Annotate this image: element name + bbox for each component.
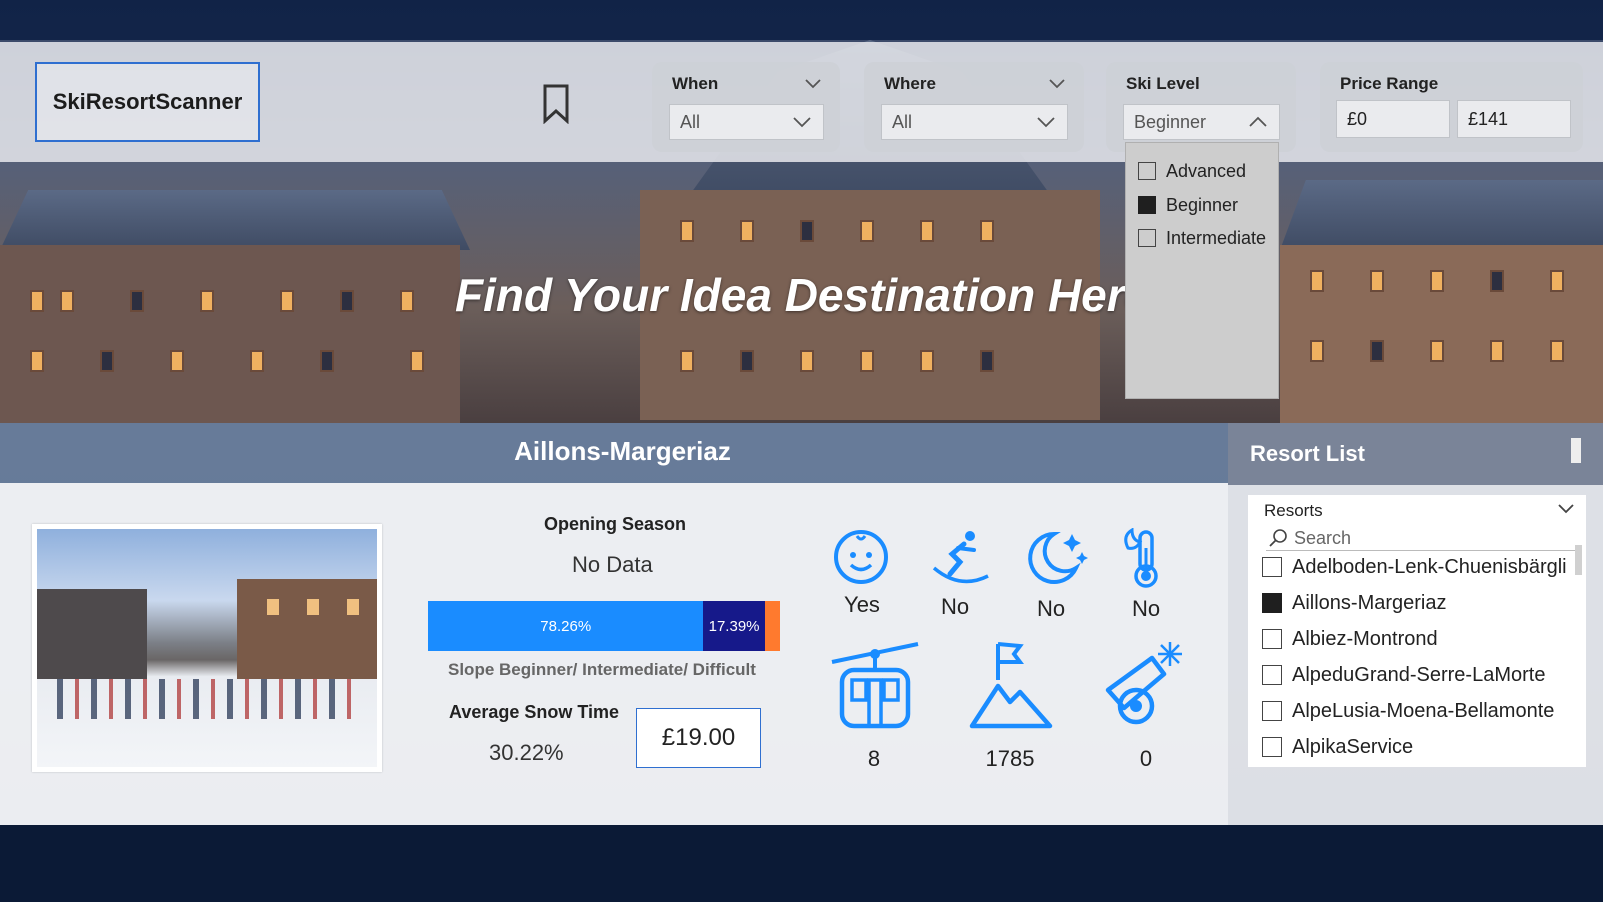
ski-level-value: Beginner <box>1134 112 1207 132</box>
night-skiing-value: No <box>1036 596 1066 621</box>
resort-list-header: Resort List <box>1228 423 1603 485</box>
checkbox-checked[interactable] <box>1262 593 1282 613</box>
avg-snow-value: 30.22% <box>489 740 564 765</box>
resort-item[interactable]: AlpikaService <box>1262 733 1578 761</box>
beginner-segment: 78.26% <box>428 601 704 651</box>
checkbox[interactable] <box>1262 665 1282 685</box>
search-placeholder: Search <box>1294 528 1352 548</box>
opening-season-value: No Data <box>572 552 653 577</box>
summer-skiing-value: No <box>1131 596 1161 621</box>
when-value: All <box>680 112 701 132</box>
chevron-down-icon <box>793 117 811 128</box>
resorts-field-label: Resorts <box>1264 501 1323 520</box>
resort-item-label: Adelboden-Lenk-Chuenisbärgli <box>1292 555 1567 578</box>
avg-snow-label: Average Snow Time <box>449 702 620 722</box>
lifts-value: 8 <box>867 746 881 771</box>
resort-item[interactable]: AlpeduGrand-Serre-LaMorte <box>1262 661 1578 689</box>
resort-slicer: Resorts Search Adelboden-Lenk-Chuenisbär… <box>1248 495 1586 767</box>
ski-level-dropdown: Advanced Beginner Intermediate <box>1125 142 1279 399</box>
resort-item-label: Aillons-Margeriaz <box>1292 591 1447 614</box>
resort-item-label: AlpeLusia-Moena-Bellamonte <box>1292 699 1555 722</box>
night-skiing-moon-icon <box>1028 531 1088 584</box>
search-icon <box>1269 529 1287 547</box>
resort-search-input[interactable]: Search <box>1266 525 1578 551</box>
checkbox[interactable] <box>1138 229 1156 247</box>
resort-price-card: £19.00 <box>636 708 761 768</box>
panel-handle[interactable] <box>1571 438 1581 463</box>
kids-value: Yes <box>844 592 880 617</box>
snow-cannons-value: 0 <box>1139 746 1153 771</box>
resort-item[interactable]: Adelboden-Lenk-Chuenisbärgli <box>1262 553 1578 581</box>
price-min-value: £0 <box>1347 109 1368 129</box>
thermometer-flame-icon <box>1124 528 1158 588</box>
resort-list-title: Resort List <box>1250 441 1365 466</box>
where-label: Where <box>884 74 936 93</box>
checkbox[interactable] <box>1262 629 1282 649</box>
difficult-segment <box>764 601 780 651</box>
checkbox-checked[interactable] <box>1138 196 1156 214</box>
snowpark-value: No <box>940 594 970 619</box>
price-max-input[interactable]: £141 <box>1457 100 1571 138</box>
checkbox[interactable] <box>1262 737 1282 757</box>
ski-level-label: Ski Level <box>1126 74 1200 93</box>
ski-level-option-advanced[interactable]: Advanced <box>1138 159 1246 183</box>
resort-price: £19.00 <box>661 724 736 751</box>
snowboarder-icon <box>932 531 989 584</box>
resort-item-label: AlpikaService <box>1292 735 1414 758</box>
chevron-up-icon <box>1249 116 1267 127</box>
ski-level-option-intermediate[interactable]: Intermediate <box>1138 226 1266 250</box>
top-elevation-value: 1785 <box>985 746 1035 771</box>
where-select[interactable]: All <box>881 104 1068 140</box>
mountain-flag-icon <box>969 642 1053 729</box>
beginner-pct: 78.26% <box>540 617 592 635</box>
price-min-input[interactable]: £0 <box>1336 100 1450 138</box>
price-max-value: £141 <box>1468 109 1509 129</box>
chevron-down-icon[interactable] <box>1048 74 1066 92</box>
dashboard: SkiResortScanner When All Where All Ski … <box>0 0 1603 902</box>
ski-level-select[interactable]: Beginner <box>1123 104 1280 140</box>
ski-level-option-beginner[interactable]: Beginner <box>1138 193 1238 217</box>
checkbox[interactable] <box>1262 557 1282 577</box>
intermediate-pct: 17.39% <box>708 617 760 635</box>
app-title: SkiResortScanner <box>52 89 243 114</box>
checkbox[interactable] <box>1262 701 1282 721</box>
when-label: When <box>672 74 719 93</box>
resort-header: Aillons-Margeriaz <box>0 423 1228 483</box>
resort-item-label: Albiez-Montrond <box>1292 627 1438 650</box>
resort-item-label: AlpeduGrand-Serre-LaMorte <box>1292 663 1546 686</box>
option-label: Intermediate <box>1166 227 1267 248</box>
resort-item[interactable]: Albiez-Montrond <box>1262 625 1578 653</box>
when-select[interactable]: All <box>669 104 824 140</box>
where-slicer[interactable]: Where All <box>864 62 1084 152</box>
app-logo-button[interactable]: SkiResortScanner <box>35 62 260 142</box>
chevron-down-icon <box>1037 117 1055 128</box>
snow-cannon-icon <box>1105 642 1182 725</box>
option-label: Beginner <box>1166 194 1239 215</box>
resort-name: Aillons-Margeriaz <box>514 436 731 466</box>
intermediate-segment: 17.39% <box>703 601 765 651</box>
bookmark-icon[interactable] <box>542 84 570 124</box>
resort-photo <box>32 524 382 772</box>
price-range-label: Price Range <box>1340 74 1439 93</box>
slope-split-bar: 78.26% 17.39% <box>428 601 780 651</box>
resort-item[interactable]: AlpeLusia-Moena-Bellamonte <box>1262 697 1578 725</box>
hero-tagline: Find Your Idea Destination Here <box>455 269 1125 321</box>
where-value: All <box>892 112 913 132</box>
when-slicer[interactable]: When All <box>652 62 840 152</box>
slope-split-label: Slope Beginner/ Intermediate/ Difficult <box>448 660 756 679</box>
chevron-down-icon[interactable] <box>804 74 822 92</box>
footer-band <box>0 825 1603 902</box>
gondola-lift-icon <box>831 642 919 729</box>
kids-smiley-icon <box>834 530 888 584</box>
ski-level-slicer[interactable]: Ski Level Beginner <box>1106 62 1296 152</box>
option-label: Advanced <box>1166 160 1247 181</box>
checkbox[interactable] <box>1138 162 1156 180</box>
resort-item[interactable]: Aillons-Margeriaz <box>1262 589 1578 617</box>
opening-season-label: Opening Season <box>544 514 687 534</box>
chevron-down-icon[interactable] <box>1558 503 1574 515</box>
